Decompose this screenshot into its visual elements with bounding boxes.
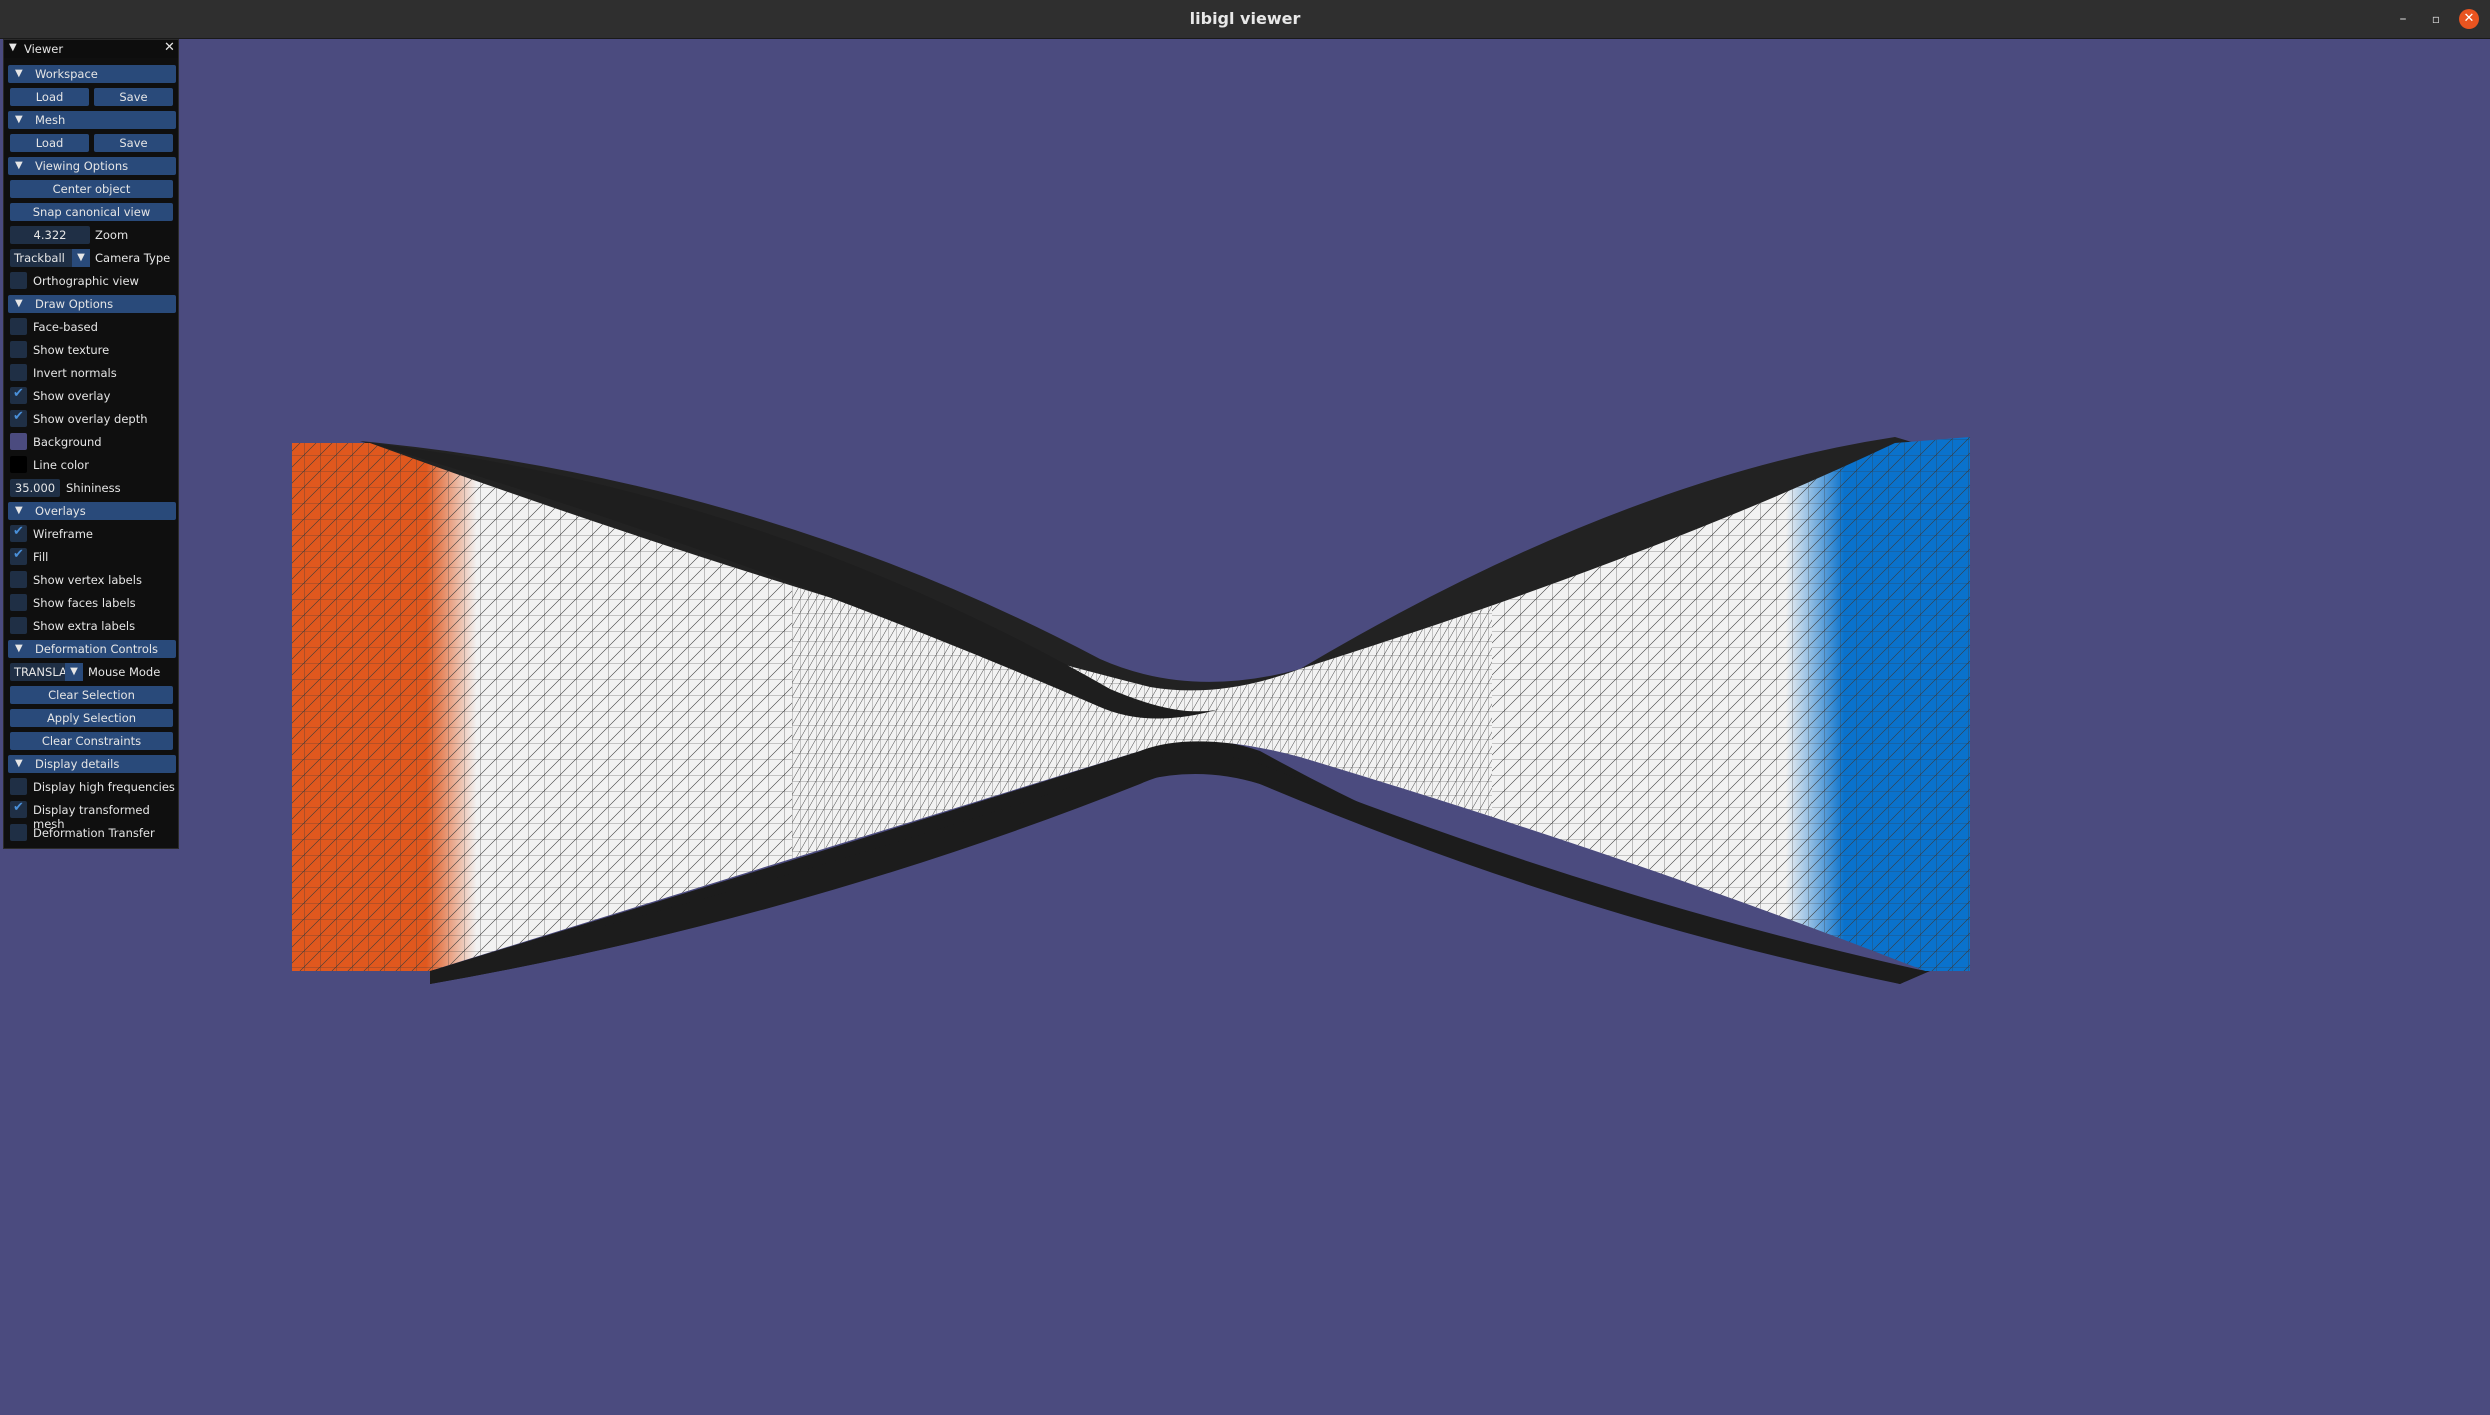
camera-type-label: Camera Type — [95, 251, 171, 265]
workspace-save-button[interactable]: Save — [94, 88, 173, 106]
section-label: Overlays — [35, 504, 86, 518]
expand-triangle-icon: ▼ — [15, 114, 23, 125]
window-title: libigl viewer — [1189, 9, 1301, 28]
3d-viewport[interactable] — [0, 39, 2490, 1415]
expand-triangle-icon: ▼ — [15, 505, 23, 516]
shininess-label: Shininess — [66, 481, 121, 495]
faces-labels-checkbox[interactable] — [10, 594, 27, 611]
zoom-label: Zoom — [95, 228, 129, 242]
expand-triangle-icon: ▼ — [15, 160, 23, 171]
high-frequencies-label: Display high frequencies — [33, 780, 175, 794]
face-based-checkbox[interactable] — [10, 318, 27, 335]
collapse-triangle-icon[interactable]: ▼ — [9, 42, 17, 53]
expand-triangle-icon: ▼ — [15, 68, 23, 79]
title-bar: libigl viewer – ▫ ✕ — [0, 0, 2490, 39]
line-color-label: Line color — [33, 458, 89, 472]
section-label: Display details — [35, 757, 120, 771]
faces-labels-label: Show faces labels — [33, 596, 136, 610]
section-overlays[interactable]: ▼ Overlays — [8, 502, 176, 520]
panel-close-icon[interactable]: ✕ — [164, 40, 175, 55]
mesh-save-button[interactable]: Save — [94, 134, 173, 152]
deformation-transfer-label: Deformation Transfer — [33, 826, 155, 840]
invert-normals-checkbox[interactable] — [10, 364, 27, 381]
show-texture-label: Show texture — [33, 343, 110, 357]
extra-labels-label: Show extra labels — [33, 619, 136, 633]
workspace-load-button[interactable]: Load — [10, 88, 89, 106]
show-texture-checkbox[interactable] — [10, 341, 27, 358]
show-overlay-depth-label: Show overlay depth — [33, 412, 148, 426]
mouse-mode-select[interactable]: TRANSLAT ▼ — [10, 663, 83, 681]
viewer-panel: ▼ Viewer ✕ ▼ Workspace Load Save ▼ Mesh … — [3, 39, 179, 849]
camera-type-value: Trackball — [14, 251, 65, 265]
expand-triangle-icon: ▼ — [15, 758, 23, 769]
panel-title: Viewer — [24, 42, 64, 56]
mouse-mode-label: Mouse Mode — [88, 665, 161, 679]
close-window-icon[interactable]: ✕ — [2459, 9, 2479, 29]
vertex-labels-checkbox[interactable] — [10, 571, 27, 588]
expand-triangle-icon: ▼ — [15, 643, 23, 654]
wireframe-label: Wireframe — [33, 527, 93, 541]
section-label: Draw Options — [35, 297, 114, 311]
section-label: Workspace — [35, 67, 98, 81]
shininess-input[interactable]: 35.000 — [10, 479, 60, 497]
chevron-down-icon: ▼ — [65, 663, 83, 681]
section-label: Viewing Options — [35, 159, 129, 173]
zoom-input[interactable]: 4.322 — [10, 226, 90, 244]
clear-selection-button[interactable]: Clear Selection — [10, 686, 173, 704]
show-overlay-checkbox[interactable] — [10, 386, 27, 404]
line-color-swatch[interactable] — [10, 456, 27, 473]
background-color-swatch[interactable] — [10, 433, 27, 450]
extra-labels-checkbox[interactable] — [10, 617, 27, 634]
deformation-transfer-checkbox[interactable] — [10, 824, 27, 841]
mesh-render[interactable] — [0, 39, 2490, 1415]
camera-type-select[interactable]: Trackball ▼ — [10, 249, 90, 267]
section-viewing-options[interactable]: ▼ Viewing Options — [8, 157, 176, 175]
center-object-button[interactable]: Center object — [10, 180, 173, 198]
invert-normals-label: Invert normals — [33, 366, 117, 380]
section-workspace[interactable]: ▼ Workspace — [8, 65, 176, 83]
vertex-labels-label: Show vertex labels — [33, 573, 142, 587]
fill-label: Fill — [33, 550, 49, 564]
minimize-icon[interactable]: – — [2393, 9, 2413, 29]
clear-constraints-button[interactable]: Clear Constraints — [10, 732, 173, 750]
apply-selection-button[interactable]: Apply Selection — [10, 709, 173, 727]
show-overlay-depth-checkbox[interactable] — [10, 409, 27, 427]
face-based-label: Face-based — [33, 320, 98, 334]
mesh-load-button[interactable]: Load — [10, 134, 89, 152]
transformed-mesh-checkbox[interactable] — [10, 800, 27, 818]
chevron-down-icon: ▼ — [72, 249, 90, 267]
high-frequencies-checkbox[interactable] — [10, 778, 27, 795]
section-label: Deformation Controls — [35, 642, 159, 656]
section-label: Mesh — [35, 113, 66, 127]
panel-header[interactable]: ▼ Viewer ✕ — [4, 40, 178, 58]
section-mesh[interactable]: ▼ Mesh — [8, 111, 176, 129]
show-overlay-label: Show overlay — [33, 389, 111, 403]
section-display-details[interactable]: ▼ Display details — [8, 755, 176, 773]
fill-checkbox[interactable] — [10, 547, 27, 565]
background-label: Background — [33, 435, 102, 449]
snap-canonical-view-button[interactable]: Snap canonical view — [10, 203, 173, 221]
maximize-icon[interactable]: ▫ — [2426, 9, 2446, 29]
orthographic-label: Orthographic view — [33, 274, 139, 288]
section-draw-options[interactable]: ▼ Draw Options — [8, 295, 176, 313]
wireframe-checkbox[interactable] — [10, 524, 27, 542]
section-deformation-controls[interactable]: ▼ Deformation Controls — [8, 640, 176, 658]
expand-triangle-icon: ▼ — [15, 298, 23, 309]
orthographic-checkbox[interactable] — [10, 272, 27, 289]
